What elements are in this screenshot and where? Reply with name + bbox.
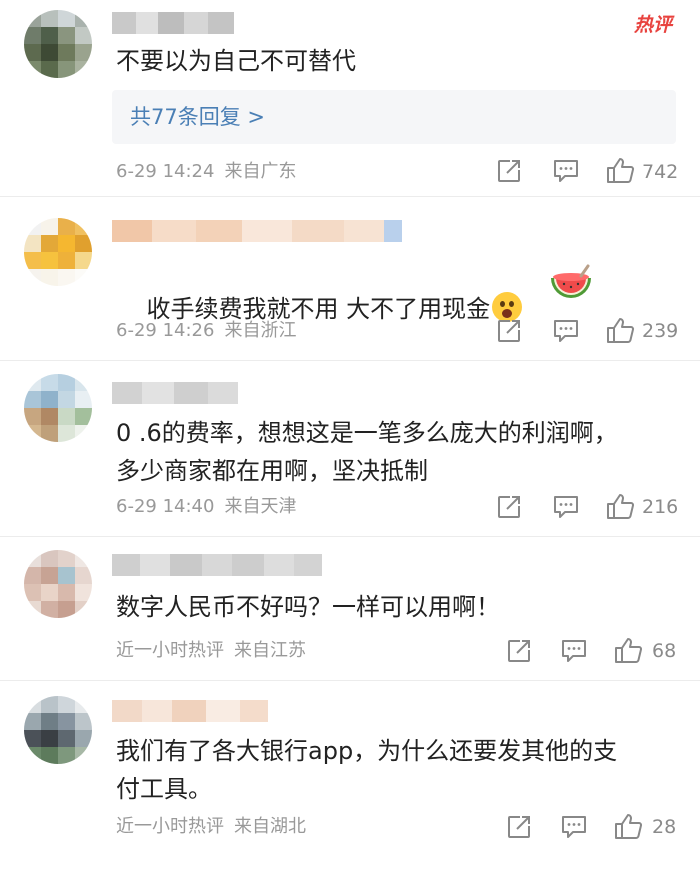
comment-icon[interactable] <box>552 318 580 348</box>
comment-item: 不要以为自己不可替代 共77条回复 > 6-29 14:24 来自广东 742 <box>0 0 700 197</box>
comment-time: 6-29 14:40 <box>116 496 215 517</box>
like-count: 68 <box>652 640 677 662</box>
comment-icon[interactable] <box>560 638 588 668</box>
avatar[interactable] <box>24 374 92 442</box>
comment-item: 我们有了各大银行app，为什么还要发其他的支 付工具。 近一小时热评 来自湖北 2… <box>0 680 700 869</box>
username-blurred[interactable] <box>112 552 322 578</box>
username-blurred[interactable] <box>112 10 234 36</box>
like-icon[interactable] <box>614 812 644 842</box>
comment-meta: 6-29 14:40 来自天津 <box>116 492 296 522</box>
comment-icon[interactable] <box>552 494 580 524</box>
like-icon[interactable] <box>606 492 636 522</box>
comment-location: 来自广东 <box>224 161 297 182</box>
share-icon[interactable] <box>496 494 522 524</box>
like-count: 28 <box>652 816 677 838</box>
comment-text: 0 .6的费率，想想这是一笔多么庞大的利润啊， 多少商家都在用啊，坚决抵制 <box>116 419 618 485</box>
comment-location: 来自天津 <box>224 496 297 517</box>
share-icon[interactable] <box>506 638 532 668</box>
watermelon-emoji <box>551 264 591 298</box>
avatar[interactable] <box>24 10 92 78</box>
avatar[interactable] <box>24 696 92 764</box>
comment-time: 6-29 14:26 <box>116 320 215 341</box>
comment-location: 来自浙江 <box>224 320 297 341</box>
view-replies-link[interactable]: 共77条回复 > <box>112 90 676 144</box>
comment-location: 来自湖北 <box>234 816 306 837</box>
share-icon[interactable] <box>496 318 522 348</box>
comment-meta: 6-29 14:26 来自浙江 <box>116 316 296 346</box>
comment-item: 数字人民币不好吗？一样可以用啊！ 近一小时热评 来自江苏 68 <box>0 536 700 681</box>
like-icon[interactable] <box>606 316 636 346</box>
comment-time: 6-29 14:24 <box>116 161 215 182</box>
like-count: 216 <box>642 496 679 518</box>
share-icon[interactable] <box>496 158 522 188</box>
like-icon[interactable] <box>606 156 636 186</box>
like-icon[interactable] <box>614 636 644 666</box>
comment-meta: 6-29 14:24 来自广东 <box>116 157 296 187</box>
comment-time: 近一小时热评 <box>116 816 224 837</box>
like-count: 742 <box>642 161 679 183</box>
like-count: 239 <box>642 320 679 342</box>
comment-meta: 近一小时热评 来自湖北 <box>116 812 306 842</box>
comment-location: 来自江苏 <box>234 640 306 661</box>
avatar[interactable] <box>24 550 92 618</box>
comment-text: 数字人民币不好吗？一样可以用啊！ <box>116 593 500 621</box>
comment-time: 近一小时热评 <box>116 640 224 661</box>
comment-meta: 近一小时热评 来自江苏 <box>116 636 306 666</box>
username-blurred[interactable] <box>112 698 268 724</box>
share-icon[interactable] <box>506 814 532 844</box>
comment-item: 收手续费我就不用 大不了用现金 6-29 14:26 来自浙江 239 <box>0 196 700 361</box>
comment-icon[interactable] <box>560 814 588 844</box>
username-blurred[interactable] <box>112 380 238 406</box>
avatar[interactable] <box>24 218 92 286</box>
comment-item: 0 .6的费率，想想这是一笔多么庞大的利润啊， 多少商家都在用啊，坚决抵制 6-… <box>0 360 700 537</box>
comment-icon[interactable] <box>552 158 580 188</box>
username-blurred[interactable] <box>112 218 402 244</box>
comment-text: 不要以为自己不可替代 <box>116 47 356 75</box>
comment-text: 我们有了各大银行app，为什么还要发其他的支 付工具。 <box>116 737 618 803</box>
